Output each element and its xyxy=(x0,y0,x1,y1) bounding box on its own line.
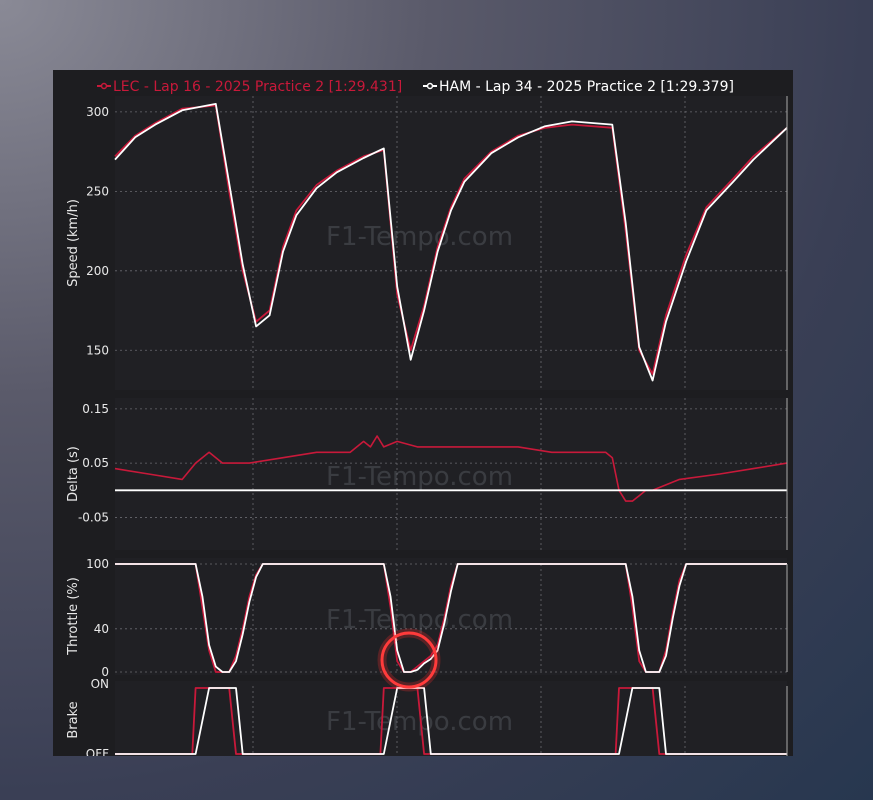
legend-marker-lec xyxy=(100,82,108,90)
y-tick-label: -0.05 xyxy=(78,510,109,524)
brake-axis-label: Brake xyxy=(66,701,81,738)
legend-item-lec[interactable]: LEC - Lap 16 - 2025 Practice 2 [1:29.431… xyxy=(97,79,402,95)
y-tick-label: 300 xyxy=(86,105,109,119)
legend-label-ham: HAM - Lap 34 - 2025 Practice 2 [1:29.379… xyxy=(439,79,734,95)
y-tick-label: OFF xyxy=(86,747,109,756)
y-tick-label: 0.15 xyxy=(82,402,109,416)
y-tick-label: 0.05 xyxy=(82,456,109,470)
y-tick-label: 40 xyxy=(94,622,109,636)
y-tick-label: 150 xyxy=(86,343,109,357)
y-tick-label: 250 xyxy=(86,184,109,198)
legend-marker-ham xyxy=(426,82,434,90)
watermark-delta: F1-Tempo.com xyxy=(326,462,513,492)
speed-axis-label: Speed (km/h) xyxy=(66,199,81,287)
throttle-axis-label: Throttle (%) xyxy=(66,577,81,656)
legend[interactable]: LEC - Lap 16 - 2025 Practice 2 [1:29.431… xyxy=(97,79,734,95)
y-tick-label: 100 xyxy=(86,557,109,571)
legend-item-ham[interactable]: HAM - Lap 34 - 2025 Practice 2 [1:29.379… xyxy=(423,79,734,95)
legend-label-lec: LEC - Lap 16 - 2025 Practice 2 [1:29.431… xyxy=(113,79,402,95)
delta-axis-label: Delta (s) xyxy=(66,446,81,502)
y-tick-label: ON xyxy=(91,677,109,691)
y-tick-label: 200 xyxy=(86,264,109,278)
watermark-speed: F1-Tempo.com xyxy=(326,222,513,252)
telemetry-charts: LEC - Lap 16 - 2025 Practice 2 [1:29.431… xyxy=(66,79,788,756)
telemetry-panel: LEC - Lap 16 - 2025 Practice 2 [1:29.431… xyxy=(53,70,793,756)
